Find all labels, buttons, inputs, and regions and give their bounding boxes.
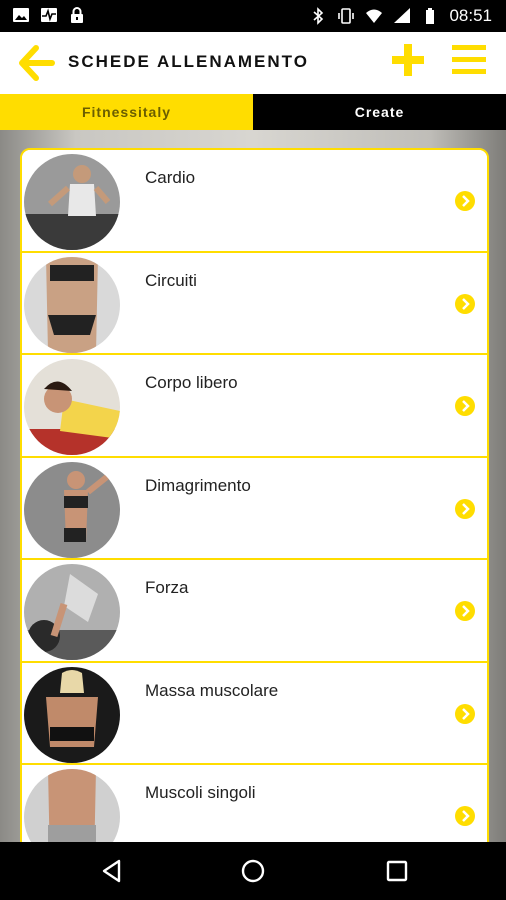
muscoli-singoli-thumbnail <box>24 769 120 842</box>
hamburger-menu-icon[interactable] <box>450 43 488 77</box>
list-item-corpo-libero[interactable]: Corpo libero <box>22 355 487 458</box>
list-item-label: Cardio <box>145 168 196 187</box>
bluetooth-icon <box>313 7 324 25</box>
list-item-forza[interactable]: Forza <box>22 560 487 663</box>
chevron-right-icon <box>455 703 475 724</box>
signal-icon <box>394 8 411 23</box>
list-item-label: Massa muscolare <box>145 680 279 700</box>
circuiti-thumbnail <box>24 256 120 353</box>
home-circle-icon[interactable] <box>240 858 266 884</box>
dimagrimento-thumbnail <box>24 461 120 558</box>
status-left-icons <box>12 6 86 24</box>
list-item-cardio[interactable]: Cardio <box>22 150 487 253</box>
tab-bar: Fitnessitaly Create <box>0 94 506 130</box>
lock-icon <box>71 7 83 23</box>
chevron-right-icon <box>455 601 475 621</box>
chevron-right-icon <box>455 806 475 826</box>
list-item-label: Forza <box>145 578 189 597</box>
app-bar: SCHEDE ALLENAMENTO <box>0 32 506 94</box>
system-nav-bar <box>0 842 506 900</box>
status-bar: 08:51 <box>0 0 506 32</box>
tab-fitnessitaly[interactable]: Fitnessitaly <box>0 94 253 130</box>
cardio-thumbnail <box>24 154 120 250</box>
list-item-circuiti[interactable]: Circuiti <box>22 252 487 355</box>
page-title: SCHEDE ALLENAMENTO <box>68 52 309 71</box>
corpo-libero-thumbnail <box>24 359 120 455</box>
list-item-label: Muscoli singoli <box>145 783 256 802</box>
chevron-right-icon <box>455 396 475 416</box>
status-right-icons: 08:51 <box>309 6 492 26</box>
tab-create[interactable]: Create <box>253 94 506 130</box>
back-triangle-icon[interactable] <box>99 858 125 884</box>
image-icon <box>13 8 29 22</box>
back-arrow-icon[interactable] <box>18 44 56 82</box>
workout-list: Cardio Circuiti Corpo libero Dimagriment… <box>20 148 489 842</box>
list-item-label: Corpo libero <box>145 373 238 392</box>
battery-icon <box>426 8 435 24</box>
vibrate-icon <box>338 8 355 24</box>
forza-thumbnail <box>24 564 120 660</box>
add-icon[interactable] <box>390 42 426 78</box>
list-item-dimagrimento[interactable]: Dimagrimento <box>22 457 487 560</box>
wifi-icon <box>366 9 383 23</box>
recents-square-icon[interactable] <box>384 858 410 884</box>
list-item-label: Circuiti <box>145 270 197 290</box>
activity-icon <box>41 8 57 22</box>
chevron-right-icon <box>455 293 475 314</box>
content-area: Cardio Circuiti Corpo libero Dimagriment… <box>0 130 506 842</box>
chevron-right-icon <box>455 191 475 211</box>
list-item-massa-muscolare[interactable]: Massa muscolare <box>22 662 487 765</box>
list-item-label: Dimagrimento <box>145 475 251 495</box>
list-item-muscoli-singoli[interactable]: Muscoli singoli <box>22 765 487 842</box>
clock: 08:51 <box>449 6 492 25</box>
chevron-right-icon <box>455 498 475 519</box>
massa-muscolare-thumbnail <box>24 666 120 763</box>
